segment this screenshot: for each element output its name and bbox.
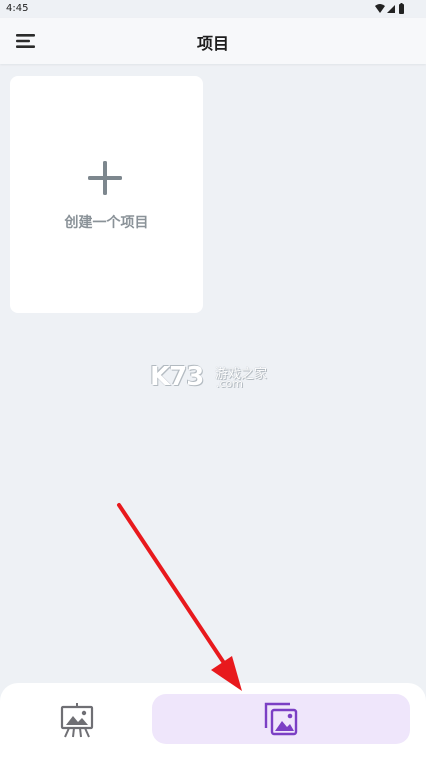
easel-presentation-icon <box>60 703 94 738</box>
status-icons <box>375 3 404 14</box>
wifi-icon <box>375 4 385 13</box>
bottom-nav <box>0 683 426 757</box>
create-project-card[interactable]: 创建一个项目 <box>10 76 203 313</box>
watermark-domain: .com <box>216 377 243 390</box>
status-bar: 4:45 <box>0 0 426 18</box>
watermark: K73 游戏之家 .com <box>150 362 276 392</box>
nav-item-gallery[interactable] <box>152 694 410 744</box>
create-project-label: 创建一个项目 <box>64 215 149 231</box>
screen: 4:45 项目 创建一个项目 K73 游戏之家 .com <box>0 0 426 757</box>
battery-icon <box>399 4 404 14</box>
watermark-logo: K73 <box>150 362 204 392</box>
image-gallery-icon <box>264 702 298 736</box>
plus-icon <box>88 161 122 195</box>
status-time: 4:45 <box>6 3 29 14</box>
app-bar: 项目 <box>0 18 426 64</box>
page-title: 项目 <box>196 34 229 53</box>
nav-item-projects[interactable] <box>18 694 136 746</box>
signal-icon <box>387 5 395 13</box>
